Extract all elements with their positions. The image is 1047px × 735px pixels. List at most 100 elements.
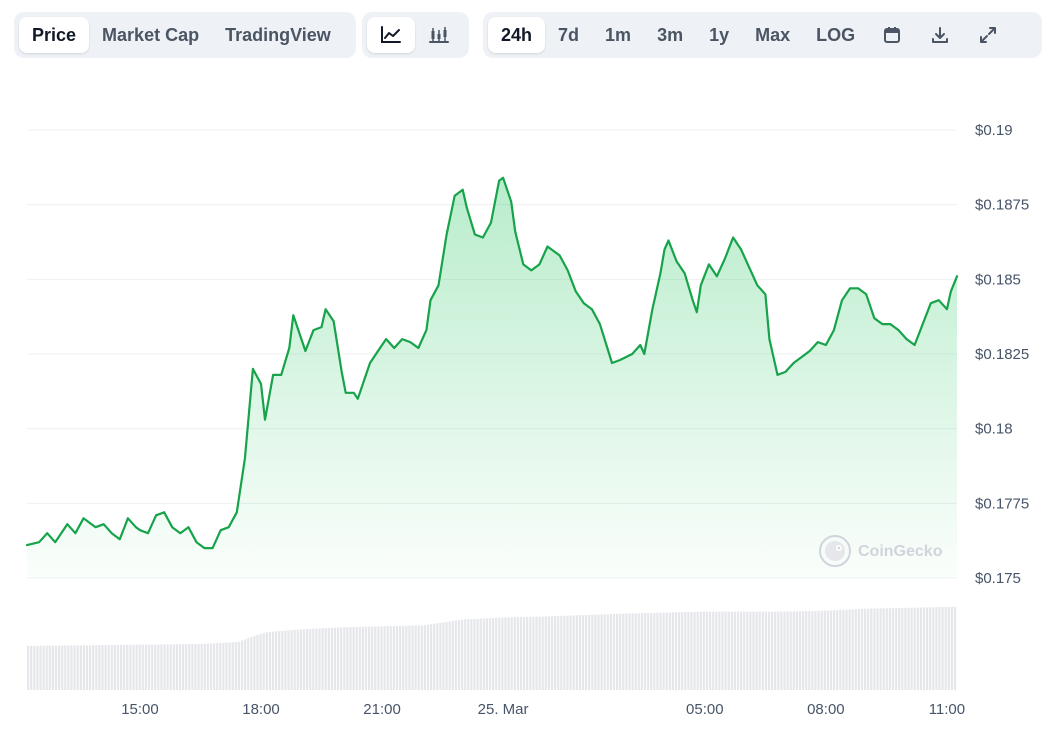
volume-bar [898, 607, 901, 690]
volume-bar [135, 644, 138, 690]
volume-bar [368, 626, 371, 690]
volume-bar [749, 611, 752, 690]
x-axis-ticks: 15:00 18:00 21:00 25. Mar 05:00 08:00 11:00 [121, 701, 965, 718]
volume-bar [740, 611, 743, 690]
volume-bar [147, 644, 151, 690]
volume-bar [110, 645, 113, 690]
volume-bar [730, 611, 733, 690]
volume-bar [746, 611, 749, 690]
volume-bar [58, 645, 61, 690]
volume-bar [839, 609, 842, 690]
volume-bar [833, 610, 836, 690]
volume-bar [231, 642, 234, 690]
volume-bar [842, 609, 845, 690]
volume-bar [203, 643, 206, 690]
volume-bar [643, 613, 647, 690]
volume-bar [910, 607, 913, 690]
volume-bar [504, 617, 507, 690]
volume-bar [712, 611, 715, 690]
volume-bar [213, 643, 216, 690]
volume-bar [650, 612, 653, 690]
volume-bar [492, 618, 495, 690]
x-tick-label: 21:00 [363, 701, 401, 718]
volume-bar [54, 645, 58, 690]
volume-bar [699, 611, 702, 690]
volume-bar [166, 644, 169, 690]
volume-bar [814, 610, 817, 690]
volume-bar [268, 631, 271, 690]
volume-bar [405, 625, 408, 690]
volume-bar [364, 626, 368, 690]
volume-bar [876, 608, 879, 690]
volume-bar [64, 645, 67, 690]
volume-bar [120, 644, 123, 690]
volume-bar [479, 618, 482, 690]
volume-bar [510, 617, 513, 690]
volume-bar [389, 626, 392, 690]
volume-bar [606, 614, 609, 690]
volume-bar [73, 645, 76, 690]
price-chart: $0.175 $0.1775 $0.18 $0.1825 $0.185 $0.1875 $0… [25, 122, 1029, 718]
volume-bar [891, 608, 895, 690]
volume-bar [349, 627, 352, 690]
y-tick-label: $0.1825 [975, 346, 1029, 363]
volume-bar [554, 616, 557, 690]
volume-bar [591, 614, 594, 690]
volume-bar [721, 611, 724, 690]
volume-bar [395, 625, 399, 690]
volume-bar [947, 606, 950, 690]
volume-bar [302, 629, 306, 690]
volume-bar [935, 607, 938, 690]
volume-bar [178, 644, 182, 690]
volume-bar [585, 614, 588, 690]
volume-bar [811, 610, 814, 690]
volume-bar [209, 643, 213, 690]
volume-bar [764, 611, 767, 690]
y-tick-label: $0.1775 [975, 495, 1029, 512]
volume-bar [678, 612, 681, 690]
volume-bar [82, 645, 85, 690]
volume-bar [628, 613, 631, 690]
volume-bar [36, 645, 39, 690]
volume-bar [144, 644, 147, 690]
volume-bar [113, 644, 116, 690]
y-tick-label: $0.18 [975, 421, 1013, 438]
volume-bar [495, 617, 498, 690]
volume-bar [188, 644, 191, 690]
volume-bar [461, 619, 464, 690]
volume-bar [557, 616, 560, 690]
price-area [25, 176, 959, 579]
volume-bar [907, 607, 910, 690]
volume-bar [327, 627, 330, 690]
x-tick-label: 11:00 [929, 701, 965, 718]
volume-bar [383, 626, 386, 690]
volume-bar [761, 611, 764, 690]
volume-bar [116, 644, 120, 690]
volume-bar [67, 645, 70, 690]
x-tick-label: 25. Mar [478, 701, 529, 718]
volume-bar [324, 628, 327, 690]
watermark-text: CoinGecko [858, 543, 943, 560]
volume-bar [470, 619, 473, 690]
volume-bar [802, 611, 805, 690]
volume-bar [219, 642, 222, 690]
volume-bar [191, 644, 194, 690]
volume-bar [647, 613, 650, 690]
volume-bar [411, 625, 414, 690]
volume-bar [197, 643, 200, 690]
volume-bar [783, 611, 786, 690]
volume-bar [687, 612, 690, 690]
volume-bar [619, 613, 622, 690]
volume-bar [340, 627, 343, 690]
volume-bar [284, 630, 287, 690]
volume-bar [498, 617, 501, 690]
volume-bar [306, 629, 309, 690]
volume-bar [141, 644, 144, 690]
volume-bar [944, 606, 947, 690]
volume-bar [758, 611, 761, 690]
volume-bar [265, 632, 268, 690]
volume-bar [736, 611, 740, 690]
volume-bar [829, 610, 833, 690]
volume-bar [823, 610, 826, 690]
volume-bar [27, 645, 30, 690]
